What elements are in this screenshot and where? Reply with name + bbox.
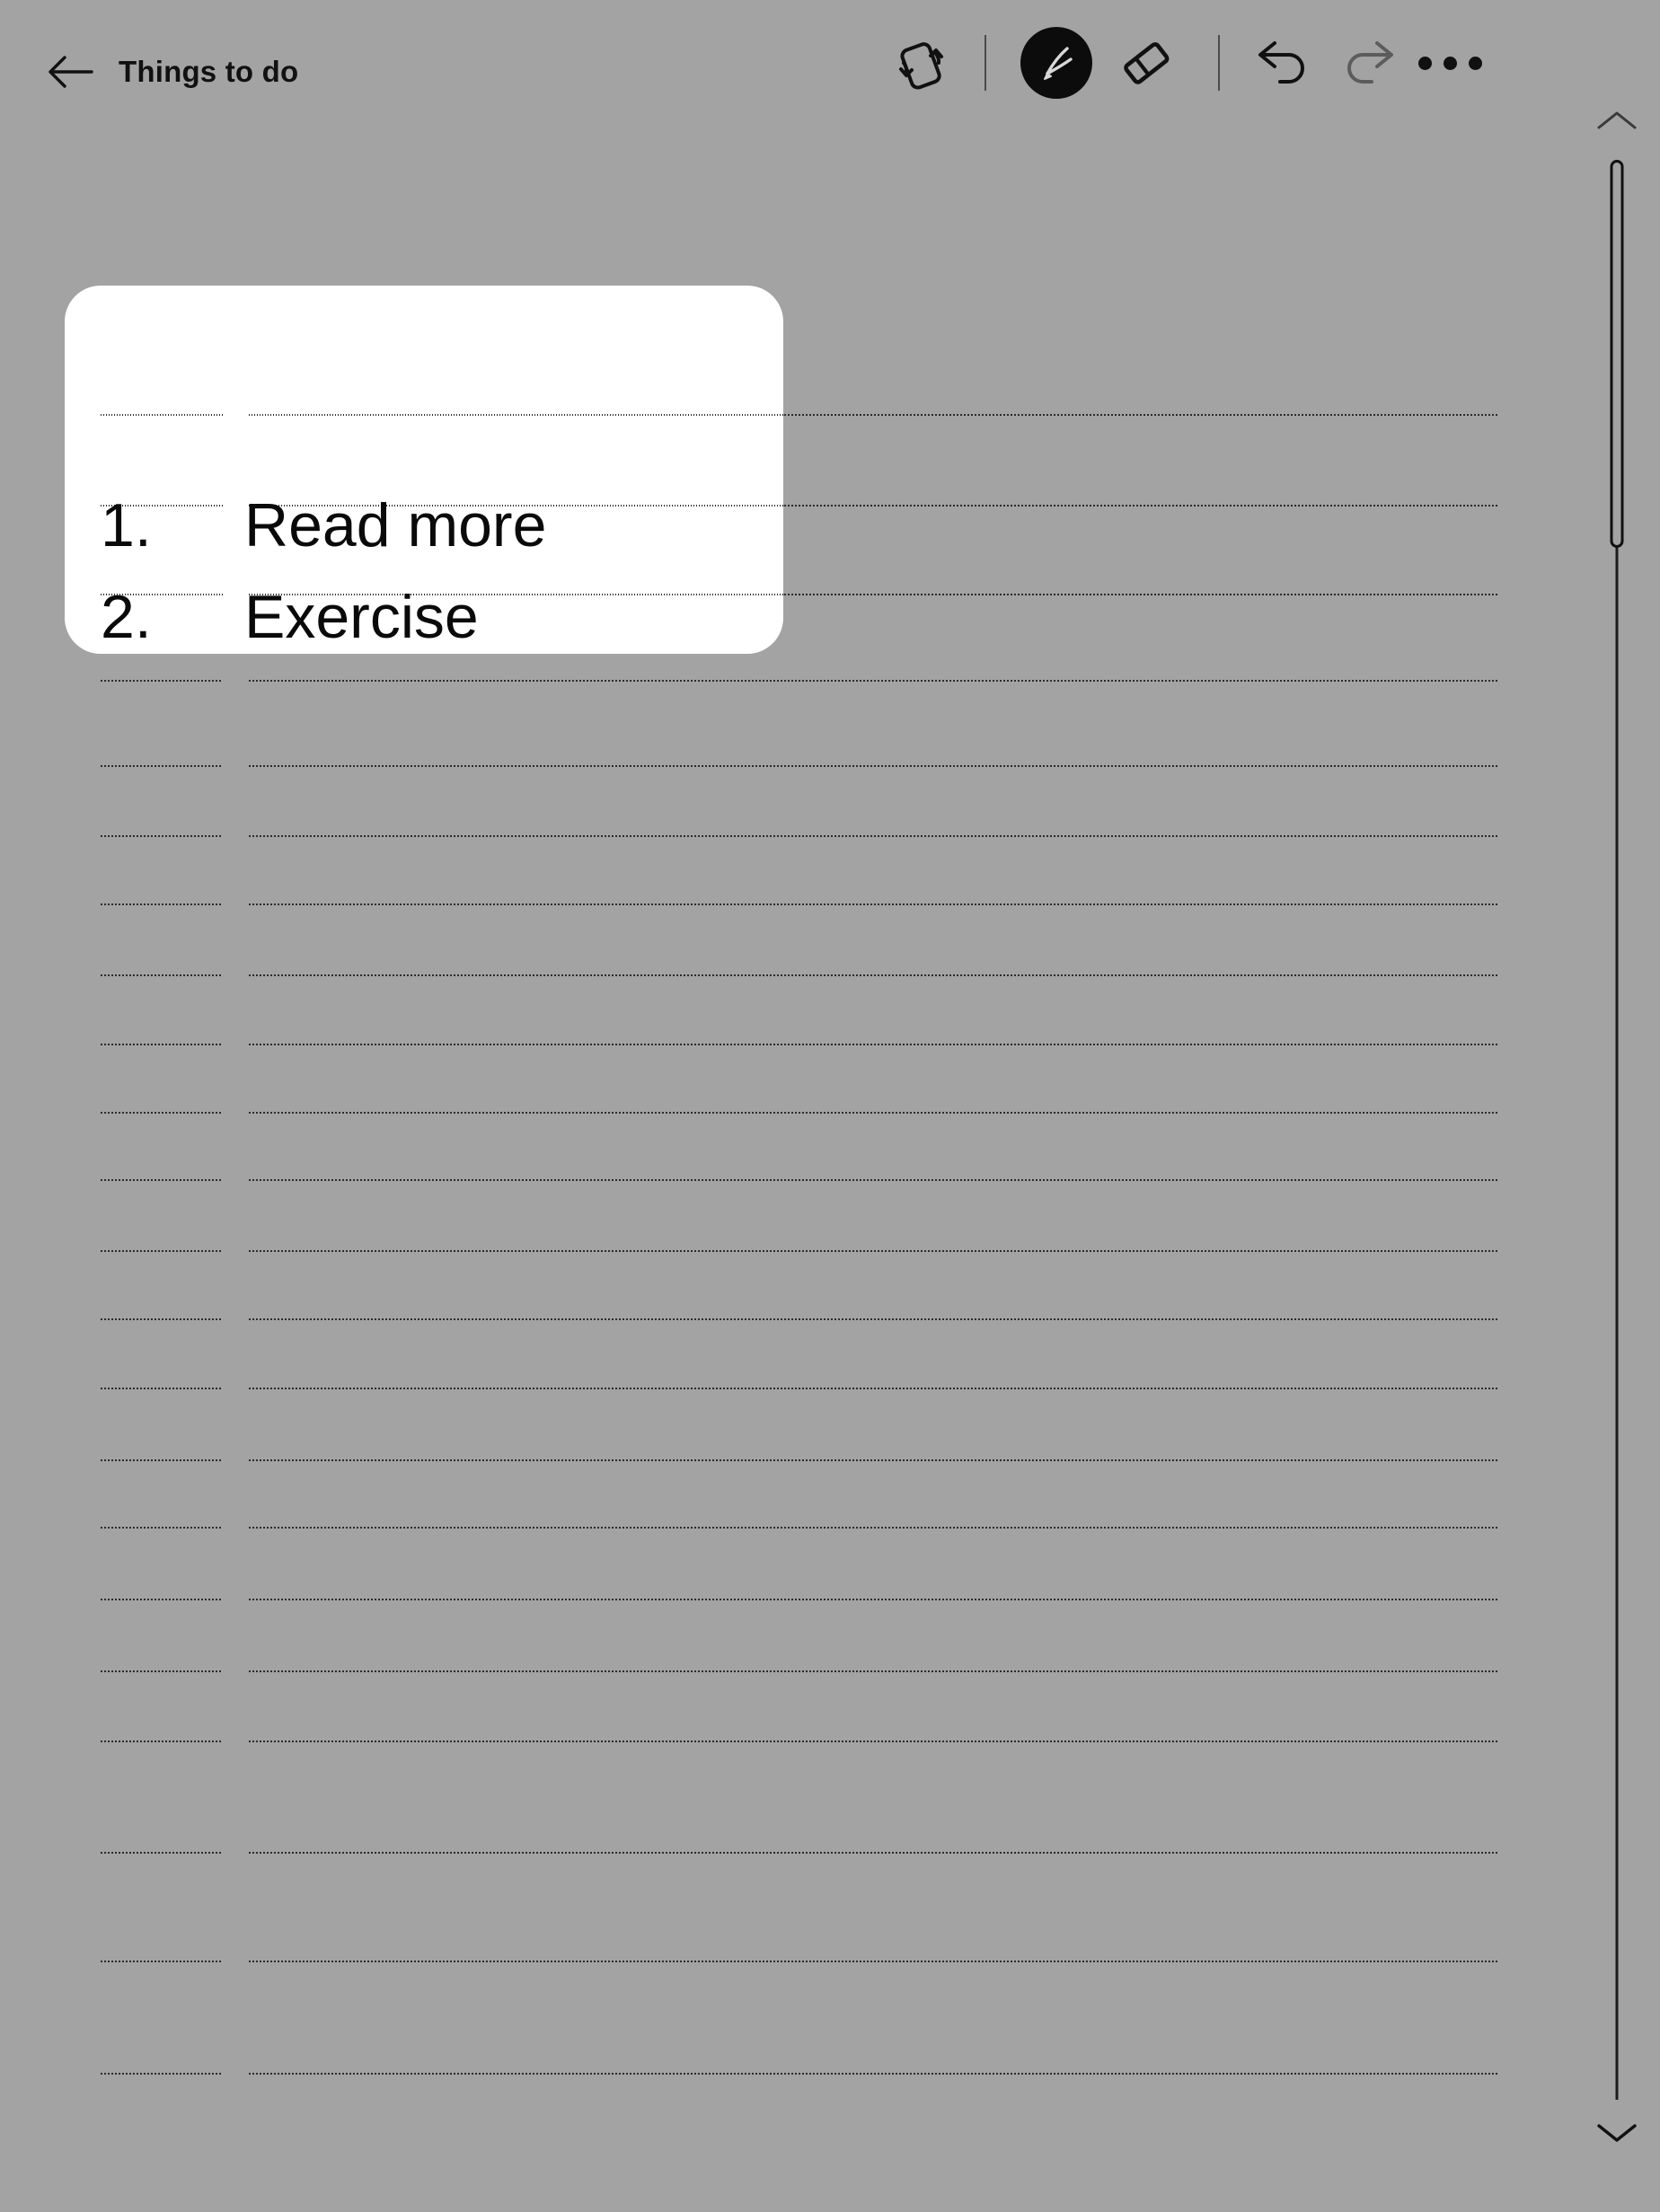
chevron-up-icon <box>1595 108 1638 133</box>
list-item-text: Read more <box>244 490 546 560</box>
toolbar-divider-left <box>985 35 986 91</box>
ruled-line <box>101 1388 223 1389</box>
ruled-line <box>101 903 223 905</box>
toolbar-left-group: Things to do <box>41 43 298 101</box>
ruled-line <box>249 680 1499 682</box>
scroll-down-button[interactable] <box>1595 2119 1638 2149</box>
ruled-line <box>101 1112 223 1114</box>
ruled-line <box>101 680 223 682</box>
list-item[interactable]: 1. Read more <box>101 490 546 560</box>
redo-icon <box>1336 37 1399 89</box>
ruled-line <box>101 1318 223 1320</box>
scrollbar-thumb[interactable] <box>1611 160 1624 548</box>
ruled-line <box>249 835 1499 837</box>
recognized-text-card[interactable]: 1. Read more 2. Exercise <box>65 286 783 654</box>
ruled-line <box>249 1250 1499 1252</box>
ruled-line <box>101 1179 223 1181</box>
toolbar-divider-right <box>1218 35 1220 91</box>
card-ruled-line <box>101 414 223 416</box>
ruled-line <box>101 2073 223 2075</box>
redo-button[interactable] <box>1326 22 1408 104</box>
list-item-number: 2. <box>101 582 244 652</box>
ruled-line <box>249 1961 1499 1962</box>
ruled-line <box>249 1459 1499 1461</box>
ruled-line <box>101 1670 223 1672</box>
top-toolbar: Things to do <box>0 0 1660 135</box>
ruled-line <box>101 835 223 837</box>
scroll-up-button[interactable] <box>1595 108 1638 137</box>
list-item-text: Exercise <box>244 582 479 652</box>
ruled-line <box>249 1179 1499 1181</box>
ruled-line <box>101 1459 223 1461</box>
ruled-line <box>101 1250 223 1252</box>
ruled-line <box>101 1741 223 1742</box>
pen-icon <box>1033 40 1080 86</box>
ruled-line <box>249 1318 1499 1320</box>
ruled-line <box>249 1741 1499 1742</box>
undo-icon <box>1253 37 1316 89</box>
ruled-line <box>249 1044 1499 1045</box>
toolbar-tools-group <box>880 13 1491 113</box>
ruled-line <box>249 765 1499 767</box>
ruled-line <box>101 1599 223 1600</box>
list-item[interactable]: 2. Exercise <box>101 582 479 652</box>
list-item-number: 1. <box>101 490 244 560</box>
ruled-line <box>249 1670 1499 1672</box>
pen-tool-button[interactable] <box>1020 27 1092 99</box>
ruled-line <box>101 1527 223 1529</box>
back-arrow-icon <box>47 54 93 90</box>
rotate-screen-button[interactable] <box>880 22 963 104</box>
more-options-button[interactable] <box>1408 22 1491 104</box>
eraser-tool-button[interactable] <box>1105 22 1188 104</box>
ruled-line <box>101 1852 223 1854</box>
ruled-line <box>249 974 1499 976</box>
ruled-line <box>249 1388 1499 1389</box>
ruled-line <box>249 1527 1499 1529</box>
ruled-line <box>249 1599 1499 1600</box>
eraser-icon <box>1116 32 1177 93</box>
rotate-screen-icon <box>891 32 952 93</box>
undo-button[interactable] <box>1243 22 1326 104</box>
ruled-line <box>249 1852 1499 1854</box>
chevron-down-icon <box>1595 2119 1638 2145</box>
card-ruled-line <box>249 414 783 416</box>
more-options-icon-dot-3 <box>1469 57 1482 70</box>
ruled-line <box>101 1044 223 1045</box>
more-options-icon-dot-1 <box>1418 57 1432 70</box>
page-title: Things to do <box>119 55 298 89</box>
back-button[interactable] <box>41 43 99 101</box>
ruled-line <box>249 2073 1499 2075</box>
ruled-line <box>249 903 1499 905</box>
vertical-scrollbar[interactable] <box>1574 99 1660 2164</box>
more-options-icon-dot-2 <box>1444 57 1457 70</box>
ruled-line <box>101 1961 223 1962</box>
ruled-line <box>101 765 223 767</box>
ruled-line <box>249 1112 1499 1114</box>
ruled-line <box>101 974 223 976</box>
